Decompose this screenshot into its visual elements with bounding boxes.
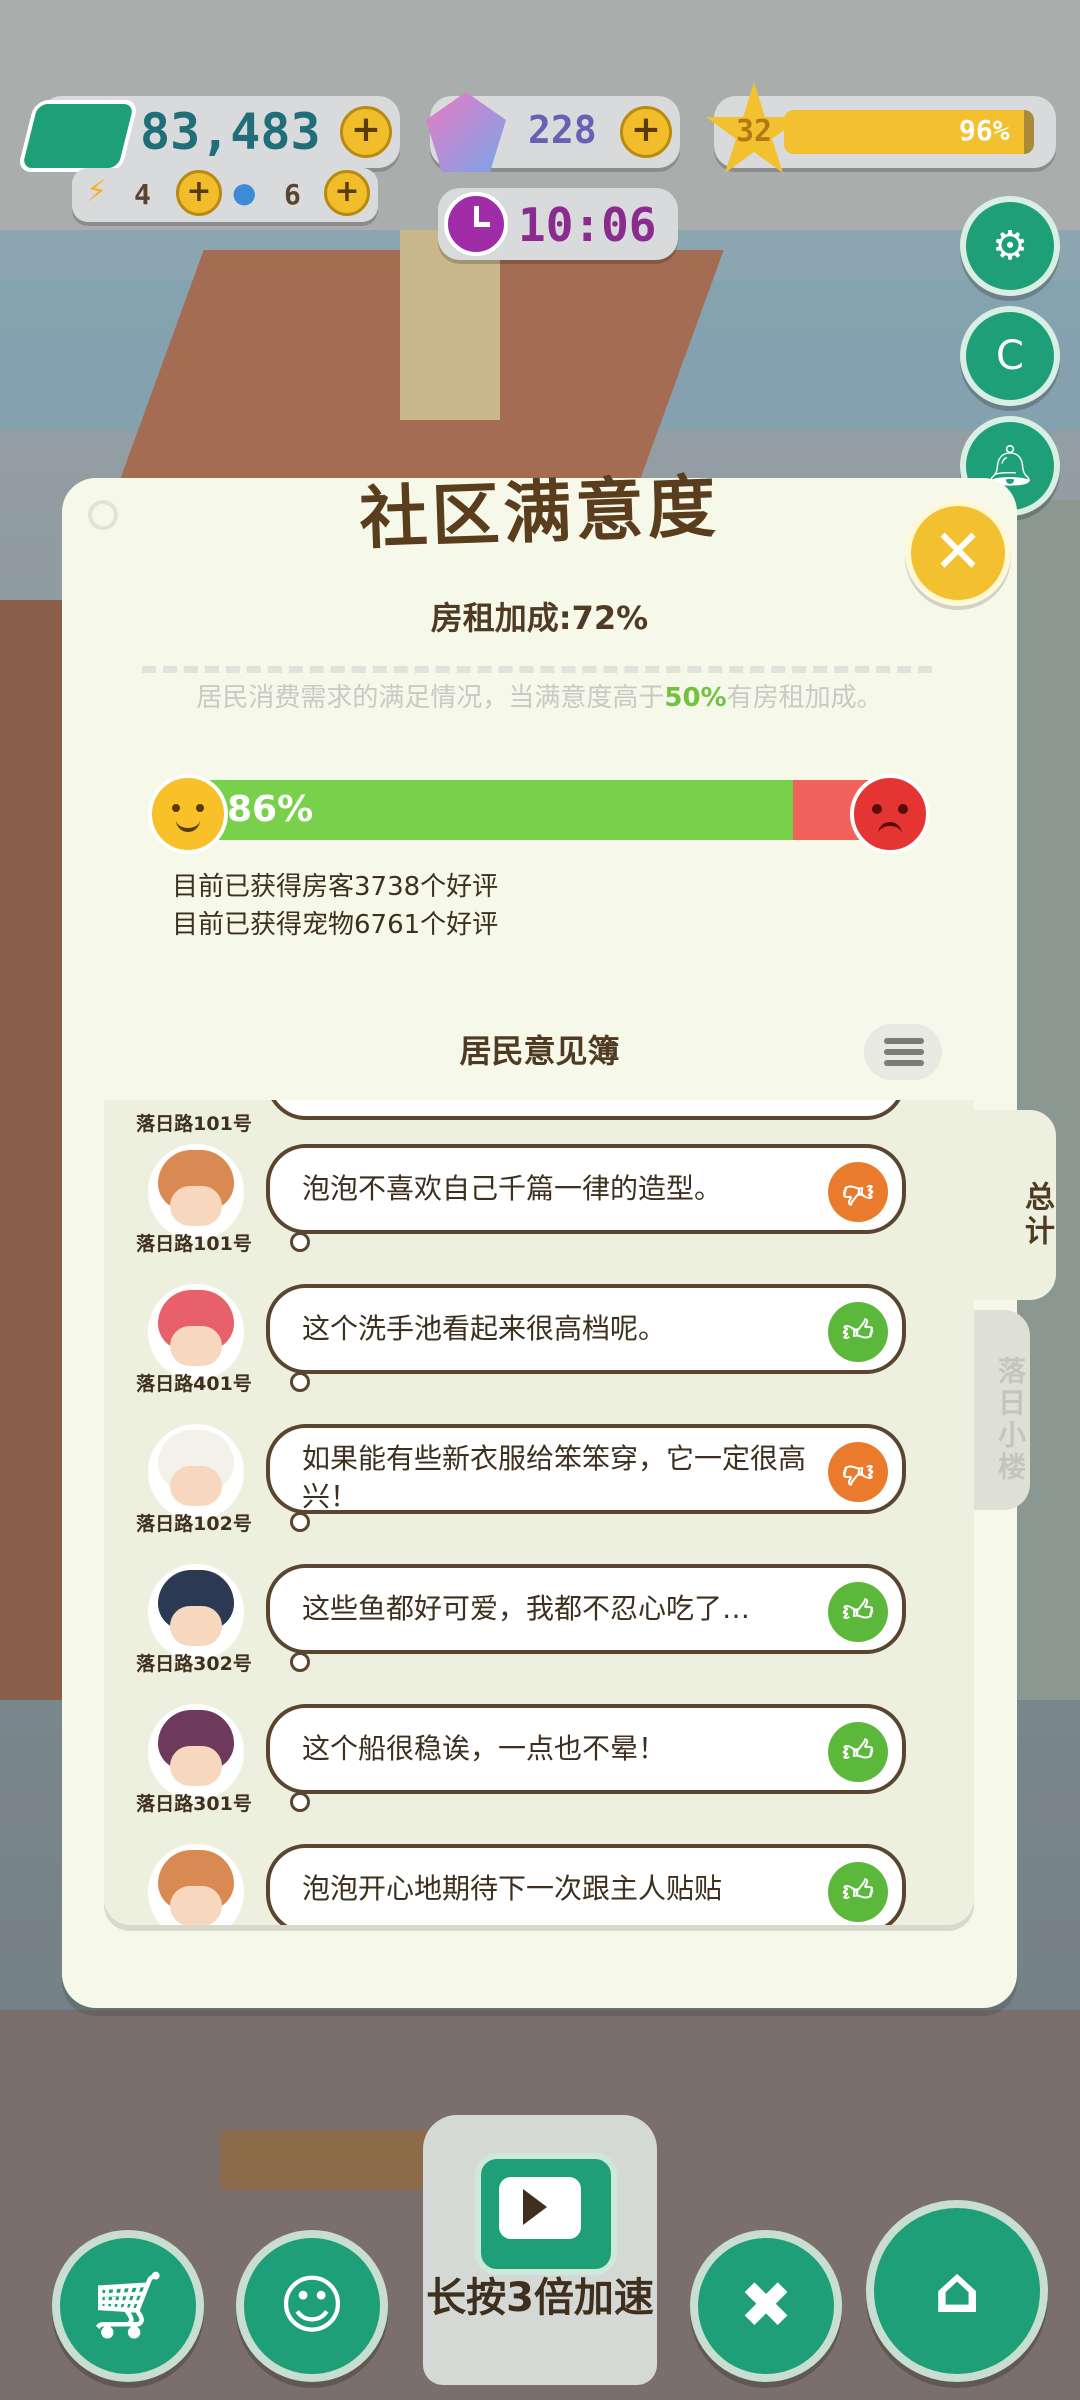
home-edit-button[interactable]: ⌂ <box>866 2200 1048 2382</box>
pet-reviews: 目前已获得宠物6761个好评 <box>172 910 499 940</box>
comment-text: 泡泡开心地期待下一次跟主人贴贴 <box>302 1872 723 1905</box>
gem-counter: 228 + <box>426 92 680 172</box>
house-gear-icon: ⌂ <box>934 2254 980 2328</box>
tv-fast-forward-icon <box>475 2153 617 2275</box>
thumbs-down-icon: 👍︎ <box>828 1442 888 1502</box>
resident-avatar[interactable] <box>148 1844 244 1925</box>
happy-face-icon <box>148 774 228 854</box>
bubble-tail <box>290 1232 310 1252</box>
feedback-row: 落日路302号 这些鱼都好可爱，我都不忍心吃了… 👍︎ <box>104 1550 974 1690</box>
resident-avatar[interactable] <box>148 1144 244 1240</box>
bubble-tail <box>290 1372 310 1392</box>
thumbs-up-icon: 👍︎ <box>828 1302 888 1362</box>
cash-counter: 83,483 + <box>17 96 400 172</box>
bubble-tail <box>290 1792 310 1812</box>
angry-face-icon <box>850 774 930 854</box>
comment-bubble: 泡泡开心地期待下一次跟主人贴贴 👍︎ <box>266 1844 906 1925</box>
divider <box>142 666 932 673</box>
emote-button[interactable]: ☺ <box>236 2230 388 2382</box>
resident-address: 落日路401号 <box>136 1373 252 1395</box>
resource-counter: ⚡ 4 + ● 6 + <box>72 168 378 222</box>
level-value: 32 <box>736 114 773 149</box>
feedback-row: 落日路401号 这个洗手池看起来很高档呢。 👍︎ <box>104 1270 974 1410</box>
resident-avatar[interactable] <box>148 1564 244 1660</box>
cash-icon <box>17 100 139 172</box>
energy-icon: ⚡ <box>86 174 108 209</box>
list-icon <box>884 1038 924 1044</box>
level-progress: 96% 32 <box>706 82 1056 173</box>
energy-value: 4 <box>134 178 151 211</box>
resident-avatar[interactable] <box>148 1284 244 1380</box>
comment-bubble: 这些鱼都好可爱，我都不忍心吃了… 👍︎ <box>266 1564 906 1654</box>
bubble-tail <box>290 1652 310 1672</box>
resident-avatar[interactable] <box>148 1424 244 1520</box>
settings-button[interactable]: ⚙ <box>960 196 1060 296</box>
cash-value: 83,483 <box>140 103 321 161</box>
add-energy-button[interactable]: + <box>176 170 222 216</box>
bubble-tail <box>290 1512 310 1532</box>
timer-value: 10:06 <box>518 198 657 252</box>
comment-text: 如果能有些新衣服给笨笨穿，它一定很高兴！ <box>302 1442 807 1513</box>
comment-bubble: 这个船很稳诶，一点也不晕！ 👍︎ <box>266 1704 906 1794</box>
resident-address: 落日路302号 <box>136 1653 252 1675</box>
feedback-row: 泡泡开心地期待下一次跟主人贴贴 👍︎ <box>104 1830 974 1925</box>
water-drop-icon: ● <box>232 176 257 209</box>
satisfaction-percent: 86% <box>227 789 314 830</box>
comment-bubble: 泡泡不喜欢自己千篇一律的造型。 👍︎ <box>266 1144 906 1234</box>
satisfaction-description: 居民消费需求的满足情况，当满意度高于50%有房租加成。 <box>196 683 883 713</box>
guest-reviews: 目前已获得房客3738个好评 <box>172 872 499 902</box>
gem-value: 228 <box>528 108 597 152</box>
speed-up-button[interactable]: 长按3倍加速 <box>423 2115 657 2385</box>
comment-text: 泡泡不喜欢自己千篇一律的造型。 <box>302 1172 723 1205</box>
shopping-cart-icon: 🛒︎ <box>87 2269 169 2343</box>
thumbs-down-icon: 👍︎ <box>828 1162 888 1222</box>
right-building <box>1010 500 1080 1700</box>
resident-address: 落日路101号 <box>136 1233 252 1255</box>
timer: 10:06 <box>438 188 678 260</box>
add-gems-button[interactable]: + <box>620 106 672 158</box>
partial-bubble <box>266 1100 906 1120</box>
comment-bubble: 这个洗手池看起来很高档呢。 👍︎ <box>266 1284 906 1374</box>
bench <box>220 2130 440 2190</box>
speed-up-label: 长按3倍加速 <box>426 2275 654 2321</box>
list-button[interactable] <box>864 1024 942 1080</box>
gem-icon <box>426 92 506 172</box>
laughing-face-icon: ☺ <box>278 2269 346 2343</box>
feedback-list[interactable]: 落日路101号 落日路101号 泡泡不喜欢自己千篇一律的造型。 👍︎ 落日路401号这… <box>104 1100 974 1925</box>
level-progress-text: 96% <box>959 114 1010 147</box>
left-building <box>0 600 70 1700</box>
rent-bonus: 房租加成:72% <box>430 599 649 637</box>
water-value: 6 <box>284 178 301 211</box>
comment-text: 这个洗手池看起来很高档呢。 <box>302 1312 667 1345</box>
close-button[interactable]: ✕ <box>905 500 1011 606</box>
feedback-row: 落日路301号 这个船很稳诶，一点也不晕！ 👍︎ <box>104 1690 974 1830</box>
resident-address: 落日路102号 <box>136 1513 252 1535</box>
feedback-row: 落日路101号 泡泡不喜欢自己千篇一律的造型。 👍︎ <box>104 1130 974 1270</box>
thumbs-up-icon: 👍︎ <box>828 1722 888 1782</box>
thumbs-up-icon: 👍︎ <box>828 1582 888 1642</box>
build-tools-button[interactable]: ✖ <box>690 2230 842 2382</box>
wrench-icon: ✖ <box>739 2269 793 2343</box>
gear-icon: ⚙ <box>992 223 1028 269</box>
add-water-button[interactable]: + <box>324 170 370 216</box>
thumbs-up-icon: 👍︎ <box>828 1862 888 1922</box>
currency-button[interactable]: C <box>960 306 1060 406</box>
shop-button[interactable]: 🛒︎ <box>52 2230 204 2382</box>
comment-bubble: 如果能有些新衣服给笨笨穿，它一定很高兴！ 👍︎ <box>266 1424 906 1514</box>
clock-icon <box>444 192 508 256</box>
resident-avatar[interactable] <box>148 1704 244 1800</box>
comment-text: 这个船很稳诶，一点也不晕！ <box>302 1732 667 1765</box>
add-cash-button[interactable]: + <box>340 106 392 158</box>
tab-building[interactable]: 落日小楼 <box>974 1310 1030 1510</box>
tab-total[interactable]: 总计 <box>974 1110 1056 1300</box>
feedback-row: 落日路102号 如果能有些新衣服给笨笨穿，它一定很高兴！ 👍︎ <box>104 1410 974 1550</box>
resident-address: 落日路301号 <box>136 1793 252 1815</box>
comment-text: 这些鱼都好可爱，我都不忍心吃了… <box>302 1592 751 1625</box>
coin-c-icon: C <box>996 333 1024 379</box>
